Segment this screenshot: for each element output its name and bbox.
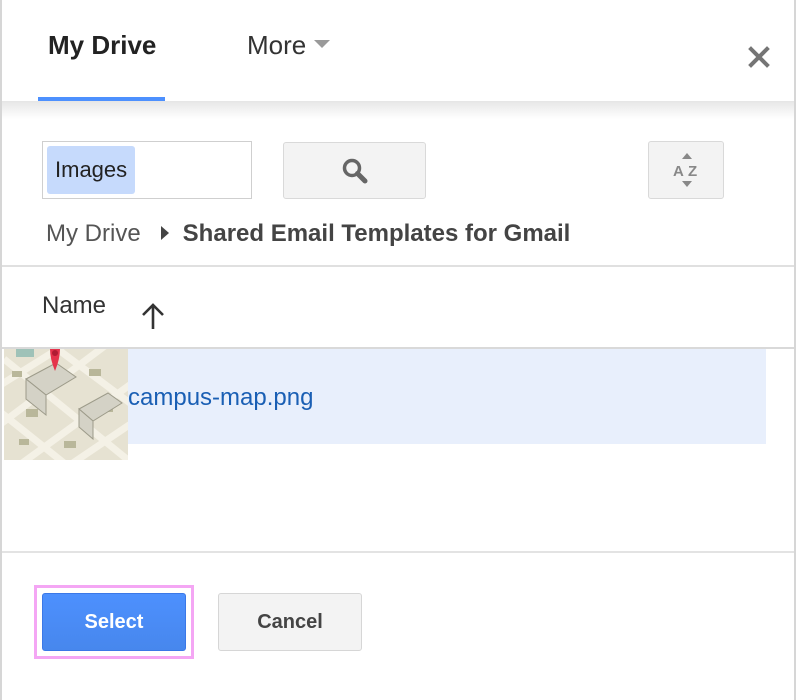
header-shadow	[2, 101, 794, 119]
search-input[interactable]: Images	[42, 141, 252, 199]
tab-my-drive-label: My Drive	[48, 30, 157, 60]
search-icon	[342, 158, 368, 184]
sort-button[interactable]: A Z	[648, 141, 724, 199]
search-filter-chip[interactable]: Images	[47, 146, 136, 194]
column-header-name[interactable]: Name	[42, 292, 106, 320]
arrow-up-icon[interactable]	[140, 302, 166, 330]
svg-text:A: A	[673, 163, 684, 180]
tab-my-drive[interactable]: My Drive	[48, 30, 156, 61]
sort-az-icon: A Z	[673, 153, 697, 187]
select-button[interactable]: Select	[42, 593, 186, 651]
breadcrumb: My Drive Shared Email Templates for Gmail	[46, 220, 570, 248]
file-name-link[interactable]: campus-map.png	[128, 384, 313, 412]
search-button[interactable]	[283, 142, 426, 199]
caret-down-icon	[314, 40, 331, 49]
breadcrumb-my-drive[interactable]: My Drive	[46, 220, 141, 247]
map-thumbnail[interactable]	[4, 349, 128, 460]
close-button[interactable]	[746, 44, 772, 70]
picker-header: My Drive More	[2, 0, 794, 102]
tab-more-label: More	[247, 30, 307, 60]
breadcrumb-current-folder: Shared Email Templates for Gmail	[182, 220, 571, 247]
cancel-button[interactable]: Cancel	[218, 593, 362, 651]
triangle-right-icon	[160, 225, 169, 240]
svg-text:Z: Z	[688, 163, 697, 180]
divider	[2, 265, 794, 267]
divider	[2, 551, 794, 553]
close-icon	[748, 46, 770, 68]
tab-more[interactable]: More	[247, 30, 331, 61]
map-thumbnail-image	[4, 349, 128, 460]
